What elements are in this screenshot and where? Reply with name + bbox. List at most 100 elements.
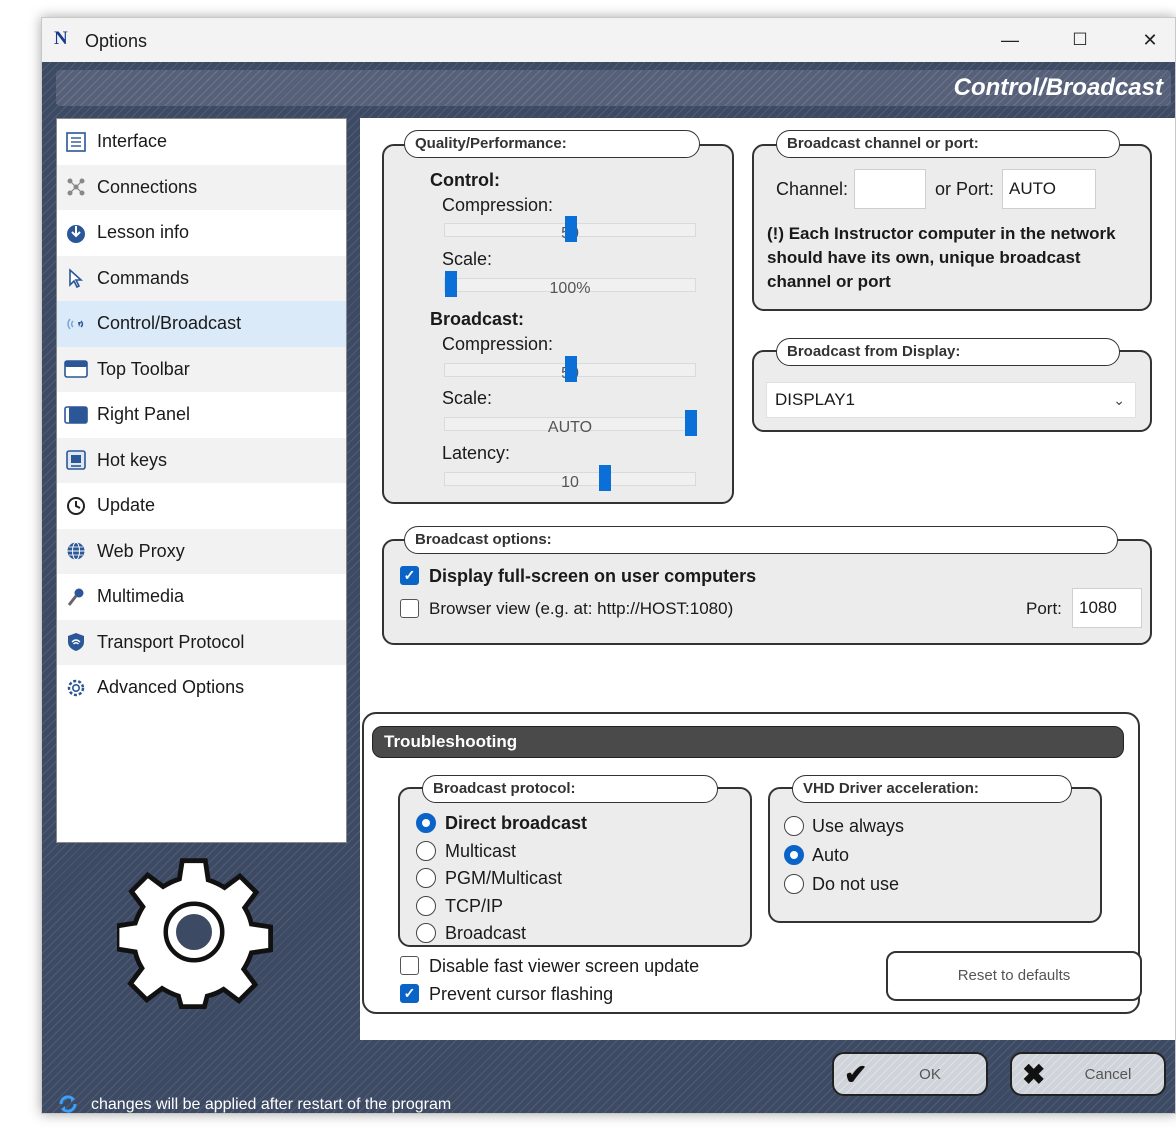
radio-do-not-use[interactable] <box>784 874 804 894</box>
sidebar-item-label: Connections <box>97 176 198 197</box>
broadcast-scale-slider[interactable]: AUTO <box>444 410 697 436</box>
disable-fast-update-label: Disable fast viewer screen update <box>429 956 700 976</box>
sidebar-item-control-broadcast[interactable]: Control/Broadcast <box>57 301 346 347</box>
sidebar-item-advanced-options[interactable]: Advanced Options <box>57 665 346 711</box>
browser-view-label: Browser view (e.g. at: http://HOST:1080) <box>429 599 734 618</box>
options-window: N Options — ☐ ✕ Control/Broadcast Interf… <box>41 17 1176 1114</box>
prevent-cursor-checkbox[interactable]: ✓ <box>400 984 419 1003</box>
display-select-value: DISPLAY1 <box>775 390 856 409</box>
sidebar-item-label: Hot keys <box>97 449 168 470</box>
sidebar-item-hot-keys[interactable]: Hot keys <box>57 437 346 483</box>
protocol-option: Multicast <box>445 841 517 861</box>
channel-note: (!) Each Instructor computer in the netw… <box>767 224 1116 291</box>
sidebar-item-label: Top Toolbar <box>97 358 190 379</box>
sidebar-item-right-panel[interactable]: Right Panel <box>57 392 346 438</box>
slider-thumb[interactable] <box>565 216 577 242</box>
broadcast-channel-label: Broadcast channel or port: <box>776 130 1120 158</box>
radio-multicast[interactable] <box>416 841 436 861</box>
close-button[interactable]: ✕ <box>1127 24 1173 56</box>
connections-icon <box>63 174 89 200</box>
radio-tcp-ip[interactable] <box>416 896 436 916</box>
sidebar-item-label: Right Panel <box>97 404 191 425</box>
radio-use-always[interactable] <box>784 816 804 836</box>
port-label: or Port: <box>935 179 995 199</box>
broadcast-compression-label: Compression: <box>442 334 554 354</box>
dialog-body: Control/Broadcast Interface Connections <box>42 62 1175 1113</box>
settings-gear-icon <box>117 858 274 1010</box>
ok-button[interactable]: ✔ OK <box>832 1052 988 1096</box>
browser-view-checkbox[interactable] <box>400 599 419 618</box>
troubleshooting-header[interactable]: Troubleshooting <box>372 726 1124 758</box>
radio-broadcast[interactable] <box>416 923 436 943</box>
broadcast-protocol-label: Broadcast protocol: <box>422 775 718 803</box>
radio-pgm-multicast[interactable] <box>416 868 436 888</box>
display-select[interactable]: DISPLAY1 ⌄ <box>766 382 1136 418</box>
globe-icon <box>63 538 89 564</box>
control-scale-slider[interactable]: 100% <box>444 271 696 297</box>
sidebar-item-interface[interactable]: Interface <box>57 119 346 165</box>
right-panel-icon <box>63 402 89 428</box>
slider-thumb[interactable] <box>565 356 577 382</box>
sidebar-item-multimedia[interactable]: Multimedia <box>57 574 346 620</box>
cancel-label: Cancel <box>1084 1066 1132 1083</box>
slider-thumb[interactable] <box>599 465 611 491</box>
protocol-option: Broadcast <box>445 923 527 943</box>
top-toolbar-icon <box>63 356 89 382</box>
slider-thumb[interactable] <box>445 271 457 297</box>
update-icon <box>63 493 89 519</box>
fullscreen-label: Display full-screen on user computers <box>429 566 757 586</box>
prevent-cursor-label: Prevent cursor flashing <box>429 984 614 1004</box>
latency-value: 10 <box>561 474 579 491</box>
cancel-button[interactable]: ✖ Cancel <box>1010 1052 1166 1096</box>
sidebar-item-label: Update <box>97 495 156 516</box>
sidebar-item-web-proxy[interactable]: Web Proxy <box>57 528 346 574</box>
broadcast-compression-slider[interactable]: 50 <box>444 356 696 382</box>
radio-auto[interactable] <box>784 845 804 865</box>
sidebar-item-connections[interactable]: Connections <box>57 164 346 210</box>
sidebar-item-transport-protocol[interactable]: Transport Protocol <box>57 619 346 665</box>
content-panel: Quality/Performance: Control: Compressio… <box>360 118 1175 1040</box>
sidebar: Interface Connections Lesson info Comman… <box>56 118 347 843</box>
sidebar-item-update[interactable]: Update <box>57 483 346 529</box>
sidebar-item-lesson-info[interactable]: Lesson info <box>57 210 346 256</box>
sidebar-item-commands[interactable]: Commands <box>57 255 346 301</box>
control-scale-value: 100% <box>549 280 591 297</box>
radio-direct-broadcast[interactable] <box>416 813 436 833</box>
broadcast-icon <box>63 311 89 337</box>
minimize-button[interactable]: — <box>987 24 1033 56</box>
restart-note: changes will be applied after restart of… <box>91 1096 452 1113</box>
gear-icon <box>63 675 89 701</box>
lesson-info-icon <box>63 220 89 246</box>
vhd-option: Do not use <box>812 874 900 894</box>
fullscreen-checkbox[interactable]: ✓ <box>400 566 419 585</box>
broadcast-heading: Broadcast: <box>430 309 525 329</box>
latency-slider[interactable]: 10 <box>444 465 696 491</box>
maximize-button[interactable]: ☐ <box>1057 24 1103 56</box>
app-logo-icon: N <box>54 26 68 49</box>
protocol-option: PGM/Multicast <box>445 868 563 888</box>
control-compression-slider[interactable]: 50 <box>444 216 696 242</box>
port-input[interactable]: AUTO <box>1002 169 1096 209</box>
section-title: Control/Broadcast <box>953 74 1163 101</box>
latency-label: Latency: <box>442 443 511 463</box>
refresh-icon <box>56 1092 80 1113</box>
sidebar-item-label: Multimedia <box>97 586 185 607</box>
broadcast-scale-value: AUTO <box>547 419 593 436</box>
broadcast-options-group <box>382 539 1152 645</box>
sidebar-item-label: Transport Protocol <box>97 631 245 652</box>
section-header: Control/Broadcast <box>56 70 1171 106</box>
control-scale-label: Scale: <box>442 249 493 269</box>
shield-icon <box>63 629 89 655</box>
quality-performance-label: Quality/Performance: <box>404 130 700 158</box>
browser-port-input[interactable]: 1080 <box>1072 588 1142 628</box>
channel-input[interactable] <box>854 169 926 209</box>
disable-fast-update-checkbox[interactable] <box>400 956 419 975</box>
vhd-driver-label: VHD Driver acceleration: <box>792 775 1072 803</box>
sidebar-item-top-toolbar[interactable]: Top Toolbar <box>57 346 346 392</box>
slider-thumb[interactable] <box>685 410 697 436</box>
sidebar-item-label: Interface <box>97 131 168 152</box>
reset-defaults-button[interactable]: Reset to defaults <box>886 951 1142 1001</box>
protocol-option: TCP/IP <box>445 896 504 916</box>
channel-label: Channel: <box>776 179 849 199</box>
window-title: Options <box>85 31 148 51</box>
